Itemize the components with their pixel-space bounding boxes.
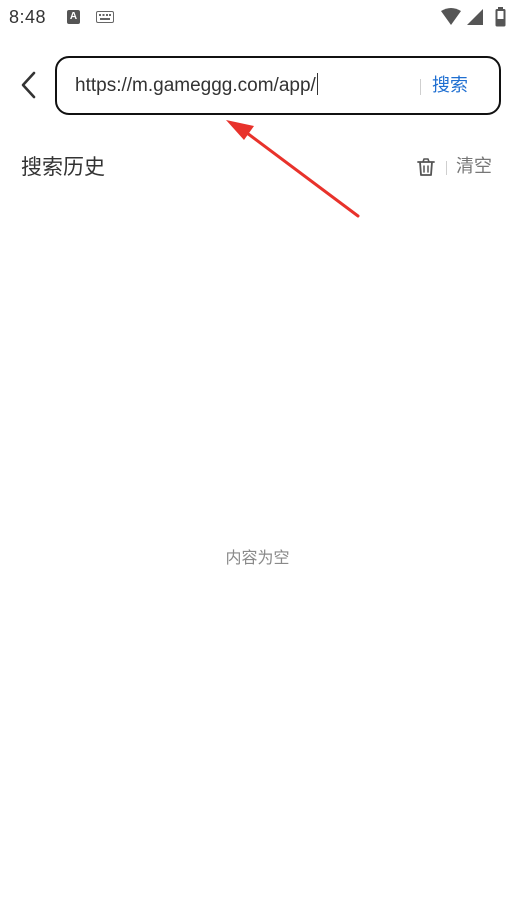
clear-divider xyxy=(446,161,447,175)
battery-icon xyxy=(495,7,506,27)
text-caret xyxy=(316,73,319,95)
back-button[interactable] xyxy=(14,68,42,102)
search-divider xyxy=(420,79,421,95)
annotation-arrow xyxy=(226,120,360,218)
keyboard-icon xyxy=(96,11,114,23)
a-notification-icon: A xyxy=(67,10,80,24)
clear-history-button[interactable]: 清空 xyxy=(456,152,492,182)
status-time: 8:48 xyxy=(9,7,47,27)
wifi-icon xyxy=(441,8,461,25)
search-input[interactable]: https://m.gameggg.com/app/ xyxy=(75,72,405,100)
signal-icon xyxy=(467,9,483,25)
trash-icon[interactable] xyxy=(415,156,437,178)
search-input-value: https://m.gameggg.com/app/ xyxy=(75,75,316,96)
status-bar: 8:48 A xyxy=(0,0,515,36)
history-title: 搜索历史 xyxy=(21,155,105,179)
empty-state-message: 内容为空 xyxy=(225,548,290,567)
search-button[interactable]: 搜索 xyxy=(432,71,468,101)
chevron-left-icon xyxy=(21,71,36,99)
search-page: 8:48 A https://m.gameggg.com/app/ 搜索 搜索历… xyxy=(0,0,515,917)
search-box[interactable]: https://m.gameggg.com/app/ 搜索 xyxy=(55,56,501,115)
